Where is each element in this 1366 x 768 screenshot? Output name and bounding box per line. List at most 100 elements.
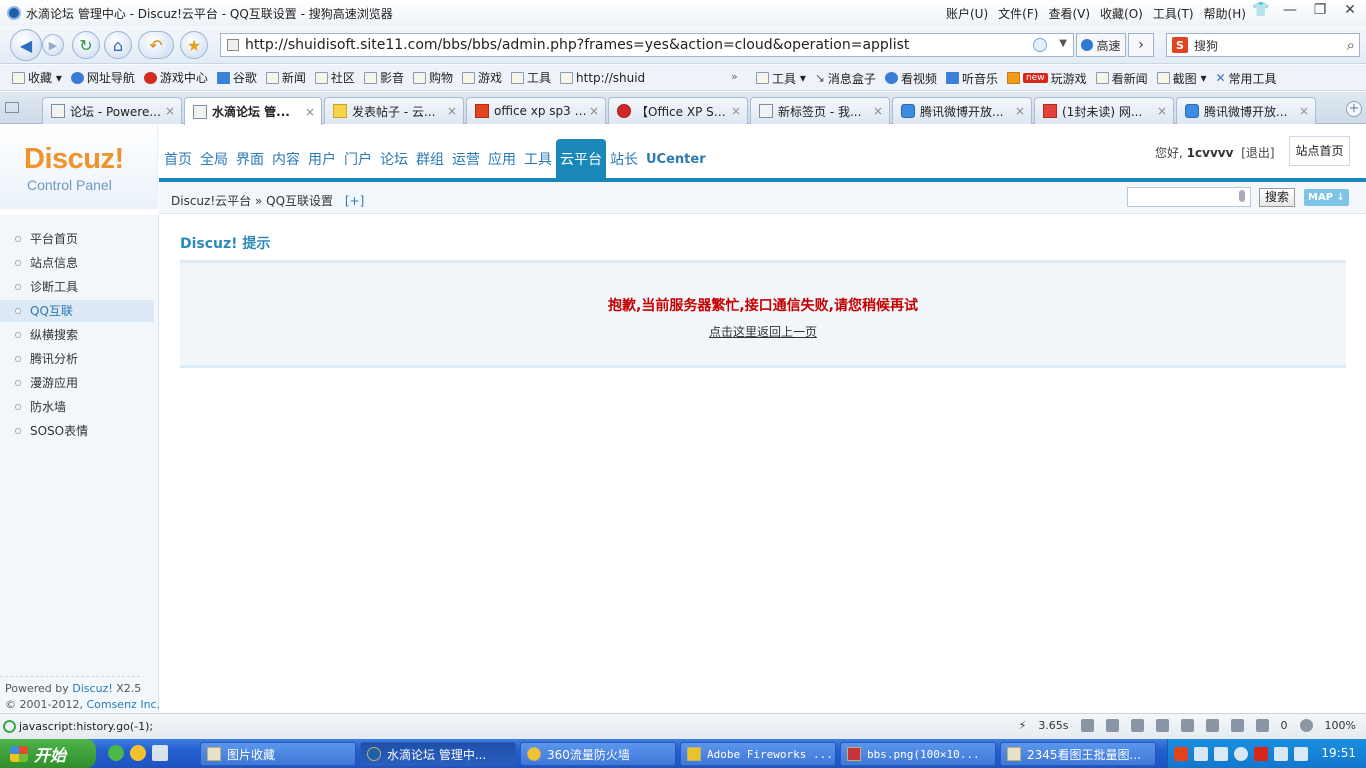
favorite-button[interactable]: ★ xyxy=(180,31,208,59)
sidebar-item-platform-home[interactable]: 平台首页 xyxy=(0,228,154,250)
admin-search-button[interactable]: 搜索 xyxy=(1259,188,1295,207)
tab-tencent-weibo[interactable]: 腾讯微博开放... × xyxy=(892,97,1032,124)
toolbar-games[interactable]: new 玩游戏 xyxy=(1006,70,1087,87)
taskbar-item-pictures[interactable]: 图片收藏 xyxy=(200,742,356,766)
keyboard-icon[interactable] xyxy=(1205,719,1219,732)
download-icon[interactable] xyxy=(1130,719,1144,732)
volume-icon[interactable] xyxy=(1294,746,1308,761)
sidebar-item-diagnostics[interactable]: 诊断工具 xyxy=(0,276,154,298)
toolbar-video[interactable]: 看视频 xyxy=(884,70,937,87)
nav-home[interactable]: 首页 xyxy=(160,139,196,179)
zoom-level[interactable]: 100% xyxy=(1325,719,1356,732)
admin-search-input[interactable] xyxy=(1127,187,1251,207)
toolbar-music[interactable]: 听音乐 xyxy=(945,70,998,87)
shield-icon[interactable] xyxy=(1255,719,1269,732)
close-tab-icon[interactable]: × xyxy=(303,105,317,119)
bookmark-community[interactable]: 社区 xyxy=(314,69,355,86)
nav-portal[interactable]: 门户 xyxy=(340,139,376,179)
speed-mode-button[interactable]: 高速 xyxy=(1076,33,1126,57)
search-box[interactable]: S 搜狗 ⌕ xyxy=(1166,33,1360,57)
bookmark-nav[interactable]: 网址导航 xyxy=(70,69,135,86)
address-bar[interactable]: http://shuidisoft.site11.com/bbs/bbs/adm… xyxy=(220,33,1074,57)
menu-view[interactable]: 查看(V) xyxy=(1048,5,1090,22)
tab-post[interactable]: 发表帖子 - 云... × xyxy=(324,97,464,124)
nav-apps[interactable]: 应用 xyxy=(484,139,520,179)
close-tab-icon[interactable]: × xyxy=(1297,104,1311,118)
bookmarks-overflow-icon[interactable]: » xyxy=(731,70,738,83)
zoom-icon[interactable] xyxy=(1299,719,1313,732)
antivirus-icon[interactable] xyxy=(1254,746,1268,761)
back-link[interactable]: 点击这里返回上一页 xyxy=(180,323,1346,340)
close-tab-icon[interactable]: × xyxy=(445,104,459,118)
toolbar-common-tools[interactable]: ✕ 常用工具 xyxy=(1215,70,1276,87)
360-icon[interactable] xyxy=(130,745,146,761)
minimize-button[interactable]: — xyxy=(1282,2,1298,18)
add-shortcut-link[interactable]: [+] xyxy=(345,194,364,208)
taskbar-item-360-firewall[interactable]: 360流量防火墙 xyxy=(520,742,676,766)
tab-tencent-weibo-2[interactable]: 腾讯微博开放... × xyxy=(1176,97,1316,124)
bookmark-game-center[interactable]: 游戏中心 xyxy=(143,69,208,86)
tab-forum[interactable]: 论坛 - Powere... × xyxy=(42,97,182,124)
taskbar-item-bbs-png[interactable]: bbs.png(100×10... xyxy=(840,742,996,766)
menu-file[interactable]: 文件(F) xyxy=(998,5,1038,22)
address-url[interactable]: http://shuidisoft.site11.com/bbs/bbs/adm… xyxy=(245,37,909,53)
eye-icon[interactable] xyxy=(1230,719,1244,732)
search-input[interactable]: 搜狗 xyxy=(1194,37,1218,54)
skin-icon[interactable]: 👕 xyxy=(1252,2,1269,18)
sidebar-item-soso-emoji[interactable]: SOSO表情 xyxy=(0,420,154,442)
close-tab-icon[interactable]: × xyxy=(1155,104,1169,118)
tab-new-tab[interactable]: 新标签页 - 我... × xyxy=(750,97,890,124)
taskbar-item-2345-viewer[interactable]: 2345看图王批量图... xyxy=(1000,742,1156,766)
menu-favorites[interactable]: 收藏(O) xyxy=(1100,5,1143,22)
nav-operations[interactable]: 运营 xyxy=(448,139,484,179)
discuz-link[interactable]: Discuz! xyxy=(72,682,112,695)
sogou-input-icon[interactable] xyxy=(1174,746,1188,761)
nav-users[interactable]: 用户 xyxy=(304,139,340,179)
toolbar-screenshot[interactable]: 截图 ▾ xyxy=(1156,70,1206,87)
nav-content[interactable]: 内容 xyxy=(268,139,304,179)
close-tab-icon[interactable]: × xyxy=(1013,104,1027,118)
tab-office-xp-sp[interactable]: 【Office XP SP... × xyxy=(608,97,748,124)
sidebar-item-qq-connect[interactable]: QQ互联 xyxy=(0,300,154,322)
address-dropdown-icon[interactable]: ▼ xyxy=(1059,38,1067,49)
sidebar-item-site-info[interactable]: 站点信息 xyxy=(0,252,154,274)
bookmark-shuid[interactable]: http://shuid xyxy=(560,71,645,85)
battery-icon[interactable] xyxy=(1214,746,1228,761)
bookmark-favorites[interactable]: 收藏 ▾ xyxy=(12,69,62,86)
sidebar-item-tencent-analytics[interactable]: 腾讯分析 xyxy=(0,348,154,370)
bookmark-shopping[interactable]: 购物 xyxy=(412,69,453,86)
toolbar-tools[interactable]: 工具 ▾ xyxy=(756,70,806,87)
search-icon[interactable]: ⌕ xyxy=(1347,36,1355,54)
nav-ucenter[interactable]: UCenter xyxy=(642,139,710,179)
tray-arrow-icon[interactable] xyxy=(1234,746,1248,761)
user-icon[interactable] xyxy=(1105,719,1119,732)
taskbar-item-browser[interactable]: 水滴论坛 管理中... xyxy=(360,742,516,766)
sidebar-item-search[interactable]: 纵横搜索 xyxy=(0,324,154,346)
edit-icon[interactable] xyxy=(1080,719,1094,732)
nav-forum[interactable]: 论坛 xyxy=(376,139,412,179)
toolbar-message-box[interactable]: ↘ 消息盒子 xyxy=(815,70,876,87)
forward-button[interactable]: ▶ xyxy=(42,34,64,56)
speaker-icon[interactable] xyxy=(1155,719,1169,732)
input-method-icon[interactable] xyxy=(1194,746,1208,761)
comsenz-link[interactable]: Comsenz Inc. xyxy=(86,698,160,711)
nav-groups[interactable]: 群组 xyxy=(412,139,448,179)
bookmark-news[interactable]: 新闻 xyxy=(265,69,306,86)
tab-list-icon[interactable] xyxy=(5,102,19,113)
clock[interactable]: 19:51 xyxy=(1321,746,1356,760)
desktop-icon[interactable] xyxy=(152,745,168,761)
menu-account[interactable]: 账户(U) xyxy=(946,5,988,22)
nav-interface[interactable]: 界面 xyxy=(232,139,268,179)
map-button[interactable]: MAP ↓ xyxy=(1304,189,1349,206)
microphone-icon[interactable] xyxy=(1239,190,1245,202)
back-button[interactable]: ◀ xyxy=(10,29,42,61)
sidebar-item-firewall[interactable]: 防水墙 xyxy=(0,396,154,418)
security-shield-icon[interactable] xyxy=(1033,38,1047,52)
logout-link[interactable]: [退出] xyxy=(1241,146,1274,160)
taskbar-item-fireworks[interactable]: Adobe Fireworks ... xyxy=(680,742,836,766)
bookmark-google[interactable]: 谷歌 xyxy=(216,69,257,86)
nav-webmaster[interactable]: 站长 xyxy=(606,139,642,179)
toolbar-news[interactable]: 看新闻 xyxy=(1095,70,1148,87)
nav-global[interactable]: 全局 xyxy=(196,139,232,179)
clean-icon[interactable] xyxy=(1180,719,1194,732)
